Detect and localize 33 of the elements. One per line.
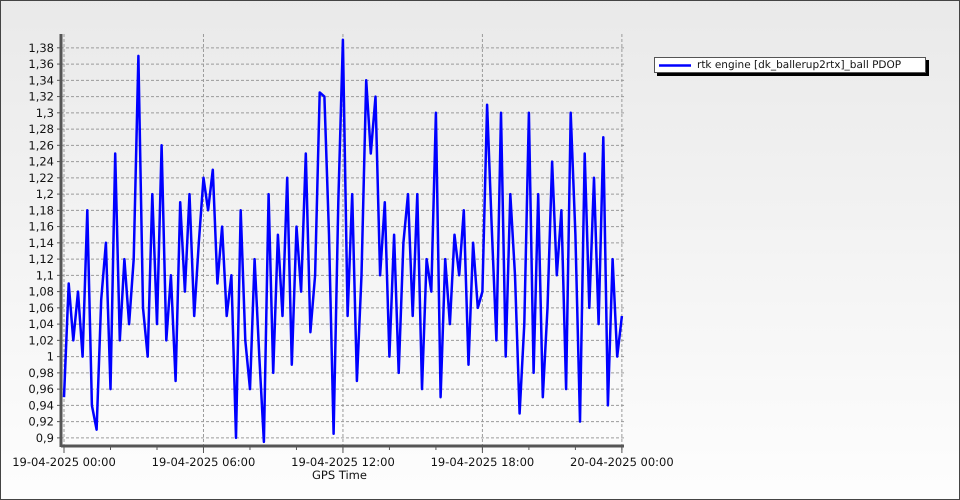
- y-tick-label: 0,98: [28, 366, 54, 380]
- legend-line-icon: [659, 64, 691, 66]
- y-tick-label: 1,38: [28, 40, 54, 55]
- y-tick-label: 1,32: [28, 90, 54, 104]
- y-tick-label: 1,14: [28, 236, 54, 250]
- y-tick-label: 1,02: [28, 333, 54, 348]
- y-tick-label: 1,18: [28, 203, 54, 218]
- y-tick-label: 0,92: [28, 414, 54, 429]
- y-tick-label: 0,96: [28, 382, 54, 396]
- x-tick-label: 19-04-2025 12:00: [291, 455, 395, 469]
- y-tick-label: 0,9: [36, 430, 54, 445]
- y-tick-label: 0,94: [28, 398, 54, 412]
- y-tick-label: 1,3: [36, 106, 54, 120]
- y-tick-label: 1,12: [28, 252, 54, 266]
- y-tick-label: 1,2: [36, 187, 54, 202]
- y-tick-label: 1,04: [28, 317, 54, 332]
- x-tick-label: 19-04-2025 00:00: [12, 455, 116, 469]
- y-tick-label: 1,26: [28, 138, 54, 152]
- y-tick-label: 1,22: [28, 170, 54, 185]
- y-tick-label: 1,1: [36, 268, 54, 282]
- y-tick-label: 1,24: [28, 154, 54, 169]
- x-tick-label: 19-04-2025 18:00: [430, 455, 534, 469]
- x-tick-label: 19-04-2025 06:00: [152, 455, 256, 469]
- y-tick-label: 1,08: [28, 284, 54, 299]
- axis-title: GPS Time: [312, 468, 367, 482]
- legend-label: rtk engine [dk_ballerup2rtx]_ball PDOP: [697, 58, 902, 72]
- y-tick-label: 1,34: [28, 73, 54, 88]
- y-tick-label: 1,16: [28, 220, 54, 234]
- x-tick-label: 20-04-2025 00:00: [570, 455, 674, 469]
- y-tick-label: 1: [46, 350, 54, 364]
- y-tick-label: 1,28: [28, 122, 54, 136]
- y-tick-label: 1,36: [28, 57, 54, 72]
- y-tick-label: 1,06: [28, 300, 54, 315]
